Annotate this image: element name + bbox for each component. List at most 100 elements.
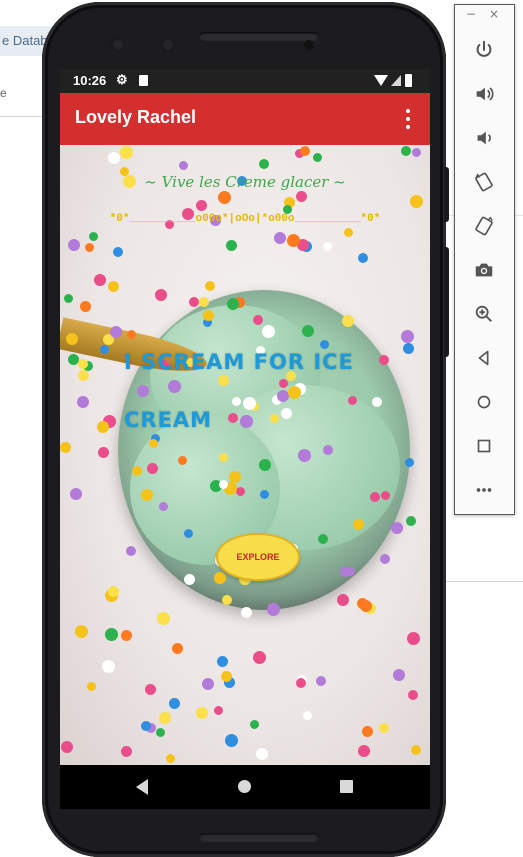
- sprinkle: [97, 421, 109, 433]
- sprinkle: [155, 289, 167, 301]
- sprinkle: [229, 471, 241, 483]
- back-icon[interactable]: [470, 344, 498, 372]
- sprinkle: [80, 301, 91, 312]
- headline-line-1: I SCREAM FOR ICE: [124, 350, 354, 374]
- app-bar: Lovely Rachel: [60, 93, 430, 145]
- sprinkle: [372, 397, 382, 407]
- nav-back-icon[interactable]: [136, 779, 148, 795]
- sprinkle: [296, 678, 306, 688]
- volume-side-button[interactable]: [444, 247, 449, 357]
- sprinkle: [108, 281, 119, 292]
- sprinkle: [318, 534, 328, 544]
- sprinkle: [77, 396, 89, 408]
- sprinkle: [121, 746, 132, 757]
- sprinkle: [68, 354, 79, 365]
- nav-recents-icon[interactable]: [340, 780, 353, 793]
- sd-card-icon: [139, 75, 148, 86]
- sprinkle: [68, 239, 80, 251]
- sprinkle: [316, 676, 326, 686]
- sprinkle: [274, 232, 286, 244]
- battery-icon: [405, 74, 412, 87]
- sprinkle: [141, 489, 153, 501]
- rotate-left-icon[interactable]: [470, 168, 498, 196]
- sprinkle: [358, 745, 370, 757]
- volume-down-icon[interactable]: [470, 124, 498, 152]
- sprinkle: [199, 297, 209, 307]
- sprinkle: [370, 492, 380, 502]
- nav-home-icon[interactable]: [238, 780, 251, 793]
- phone-frame: 10:26 ⚙ Lovely Rachel ~ Vive les Creme g…: [42, 2, 449, 857]
- bottom-speaker: [199, 833, 319, 842]
- sprinkle: [353, 519, 364, 530]
- sprinkle: [401, 330, 414, 343]
- home-icon[interactable]: [470, 388, 498, 416]
- sprinkle: [100, 345, 109, 354]
- emulator-toolbar: − ×: [454, 4, 515, 515]
- camera-icon[interactable]: [470, 256, 498, 284]
- sprinkle: [410, 195, 423, 208]
- sprinkle: [408, 690, 418, 700]
- explore-button[interactable]: EXPLORE: [216, 533, 300, 581]
- more-icon[interactable]: [470, 476, 498, 504]
- decorative-divider: *0*__________o00o*|oOo|*o00o__________*0…: [109, 213, 381, 225]
- sprinkle: [241, 607, 252, 618]
- settings-gear-icon: ⚙: [116, 72, 128, 87]
- sprinkle: [219, 480, 228, 489]
- sprinkle: [260, 490, 269, 499]
- wifi-icon: [374, 75, 388, 86]
- sprinkle: [61, 741, 73, 753]
- power-side-button[interactable]: [444, 167, 449, 222]
- sprinkle: [214, 706, 223, 715]
- sprinkle: [219, 453, 228, 462]
- sprinkle: [217, 656, 228, 667]
- headline: I SCREAM FOR ICE CREAM: [124, 333, 364, 449]
- sprinkle: [313, 153, 322, 162]
- sprinkle: [132, 466, 142, 476]
- rotate-right-icon[interactable]: [470, 212, 498, 240]
- front-camera-icon: [110, 37, 126, 53]
- sprinkle: [303, 711, 312, 720]
- sprinkle: [202, 678, 214, 690]
- sprinkle: [253, 651, 266, 664]
- sprinkle: [120, 146, 133, 159]
- sprinkle: [379, 723, 389, 733]
- sprinkle: [300, 146, 310, 156]
- sprinkle: [337, 594, 349, 606]
- signal-icon: [391, 75, 401, 86]
- sprinkle: [205, 281, 215, 291]
- sprinkle: [159, 712, 171, 724]
- proximity-sensor-icon: [304, 40, 314, 50]
- overview-icon[interactable]: [470, 432, 498, 460]
- sprinkle: [87, 682, 96, 691]
- sprinkle: [203, 310, 214, 321]
- volume-up-icon[interactable]: [470, 80, 498, 108]
- sprinkle: [178, 456, 187, 465]
- sprinkle: [196, 707, 208, 719]
- sprinkle: [85, 243, 94, 252]
- sprinkle: [226, 240, 237, 251]
- sprinkle: [196, 200, 207, 211]
- sprinkle: [391, 522, 403, 534]
- sprinkle: [141, 721, 151, 731]
- sprinkle: [105, 628, 118, 641]
- tagline: ~ Vive les Creme glacer ~: [144, 173, 346, 191]
- overflow-menu-icon[interactable]: [400, 107, 416, 131]
- sprinkle: [393, 669, 405, 681]
- sprinkle: [121, 630, 132, 641]
- sprinkle: [411, 745, 421, 755]
- app-title: Lovely Rachel: [75, 107, 197, 127]
- sprinkle: [362, 726, 373, 737]
- sprinkle: [184, 529, 193, 538]
- close-button[interactable]: ×: [489, 7, 499, 21]
- power-icon[interactable]: [470, 36, 498, 64]
- zoom-icon[interactable]: [470, 300, 498, 328]
- sprinkle: [346, 567, 355, 576]
- sprinkle: [406, 516, 416, 526]
- sprinkle: [98, 447, 109, 458]
- sprinkle: [344, 228, 353, 237]
- sprinkle: [145, 684, 156, 695]
- sprinkle: [412, 148, 421, 157]
- minimize-button[interactable]: −: [466, 7, 476, 21]
- sprinkle: [189, 297, 199, 307]
- sprinkle: [156, 728, 165, 737]
